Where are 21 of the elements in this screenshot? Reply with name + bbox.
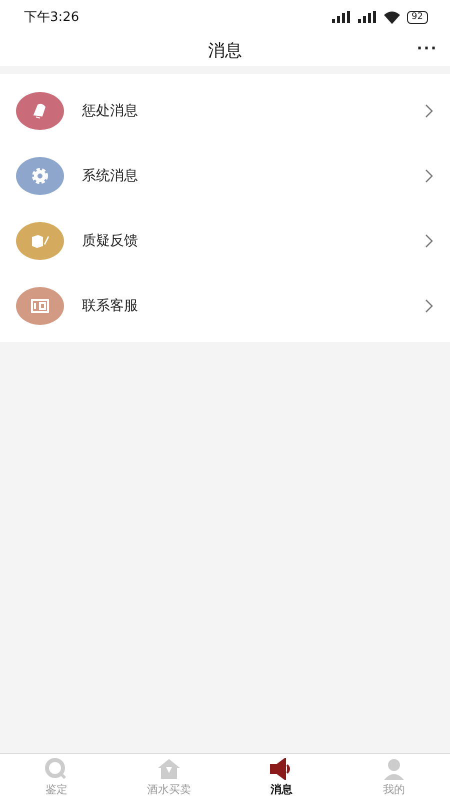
- page-title: 消息: [208, 40, 242, 62]
- search-icon: [44, 758, 68, 780]
- wifi-icon: [382, 10, 401, 24]
- message-category-item[interactable]: 质疑反馈: [0, 208, 450, 273]
- signal-icon: [330, 11, 351, 23]
- more-menu-button[interactable]: ···: [417, 38, 438, 59]
- message-category-item[interactable]: 系统消息: [0, 143, 450, 208]
- chevron-right-icon: [424, 232, 434, 248]
- status-time: 下午3:26: [24, 9, 80, 26]
- house-icon: [156, 758, 182, 780]
- service-icon: [30, 296, 50, 314]
- signal-icon: [356, 11, 377, 23]
- chevron-right-icon: [424, 168, 434, 184]
- chevron-right-icon: [424, 102, 434, 118]
- message-category-item[interactable]: 联系客服: [0, 273, 450, 338]
- battery-level: 92: [406, 10, 428, 24]
- tab-item[interactable]: 消息: [225, 754, 338, 800]
- person-icon: [382, 758, 406, 780]
- chevron-right-icon: [424, 298, 434, 314]
- gear-icon: [31, 166, 49, 184]
- message-category-item[interactable]: 惩处消息: [0, 78, 450, 143]
